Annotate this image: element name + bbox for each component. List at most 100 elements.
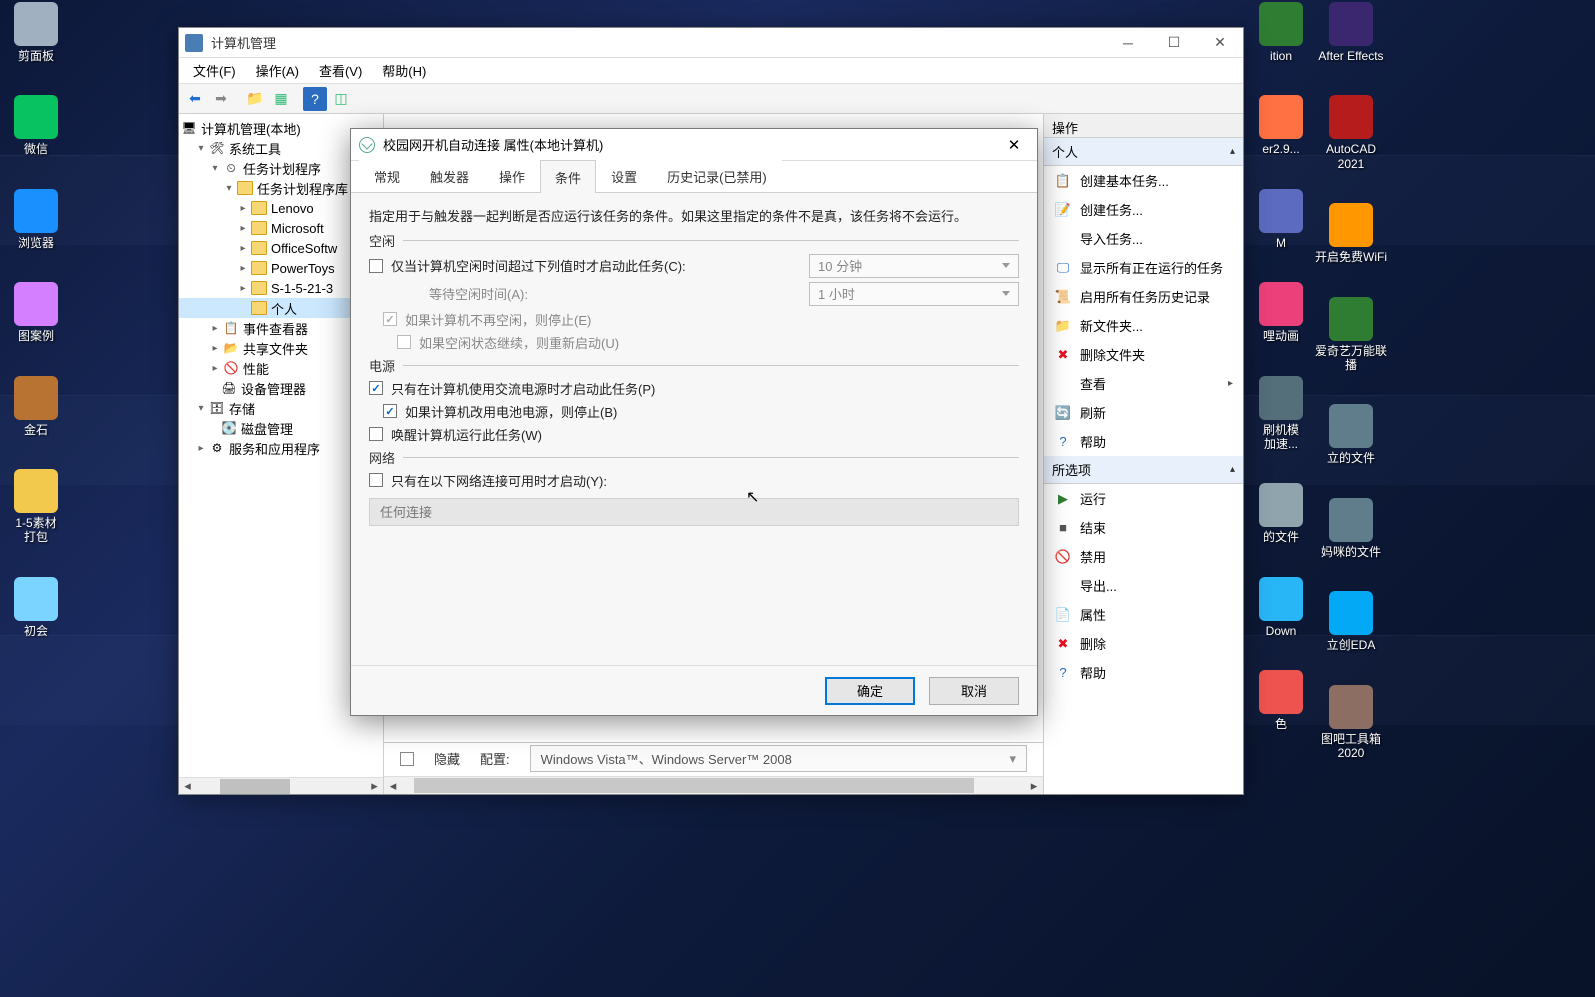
dialog-tab[interactable]: 设置 (596, 159, 652, 192)
nav-forward-button[interactable]: ➡ (209, 87, 233, 111)
task-detail-row: 隐藏 配置: Windows Vista™、Windows Server™ 20… (384, 742, 1043, 774)
chevron-right-icon: ▸ (1228, 378, 1233, 389)
action-icon: 📝 (1054, 201, 1072, 219)
minimize-button[interactable]: ─ (1105, 28, 1151, 57)
scroll-thumb[interactable] (414, 778, 974, 793)
action-item[interactable]: 🖵显示所有正在运行的任务 (1044, 253, 1243, 282)
dialog-tab[interactable]: 触发器 (415, 159, 484, 192)
desktop-icon[interactable]: ition (1245, 2, 1317, 63)
desktop-icon[interactable]: 立创EDA (1315, 591, 1387, 652)
desktop-icon[interactable]: Down (1245, 577, 1317, 638)
tree-hscrollbar[interactable]: ◂ ▸ (179, 777, 383, 794)
action-item[interactable]: ✖删除 (1044, 629, 1243, 658)
actions-section-selected[interactable]: 所选项▴ (1044, 456, 1243, 484)
action-icon: 🖵 (1054, 259, 1072, 277)
hidden-checkbox[interactable] (400, 752, 414, 766)
icon-label: 立的文件 (1315, 451, 1387, 465)
menu-item[interactable]: 查看(V) (309, 58, 372, 83)
power-ac-checkbox[interactable] (369, 381, 383, 395)
desktop-icon[interactable]: 图案例 (0, 282, 72, 343)
desktop-icon[interactable]: 金石 (0, 376, 72, 437)
desktop-icon[interactable]: 图吧工具箱2020 (1315, 685, 1387, 761)
titlebar[interactable]: 计算机管理 ─ ☐ ✕ (179, 28, 1243, 58)
icon-label: 爱奇艺万能联播 (1315, 344, 1387, 373)
action-item[interactable]: ■结束 (1044, 513, 1243, 542)
action-item[interactable]: ✖删除文件夹 (1044, 340, 1243, 369)
app-icon (14, 2, 58, 46)
scroll-left-icon[interactable]: ◂ (179, 778, 196, 795)
power-wake-checkbox[interactable] (369, 427, 383, 441)
dialog-tab[interactable]: 常规 (359, 159, 415, 192)
properties-button[interactable]: ▦ (269, 87, 293, 111)
action-item[interactable]: 导入任务... (1044, 224, 1243, 253)
action-item[interactable]: 导出... (1044, 571, 1243, 600)
icon-label: 初会 (0, 624, 72, 638)
icon-label: 1-5素材打包 (0, 516, 72, 545)
desktop-icon[interactable]: 开启免费WiFi (1315, 203, 1387, 264)
desktop-icon[interactable]: 1-5素材打包 (0, 469, 72, 545)
menu-item[interactable]: 帮助(H) (372, 58, 436, 83)
idle-restart-checkbox (397, 335, 411, 349)
dialog-titlebar[interactable]: 校园网开机自动连接 属性(本地计算机) ✕ (351, 129, 1037, 161)
action-item[interactable]: 📜启用所有任务历史记录 (1044, 282, 1243, 311)
scroll-right-icon[interactable]: ▸ (366, 778, 383, 795)
power-battery-checkbox[interactable] (383, 404, 397, 418)
action-item[interactable]: 📁新文件夹... (1044, 311, 1243, 340)
desktop-icon[interactable]: 哩动画 (1245, 282, 1317, 343)
help-button[interactable]: ? (303, 87, 327, 111)
desktop-icon[interactable]: 色 (1245, 670, 1317, 731)
actions-section-personal[interactable]: 个人▴ (1044, 138, 1243, 166)
scroll-left-icon[interactable]: ◂ (384, 777, 402, 794)
menu-item[interactable]: 操作(A) (246, 58, 309, 83)
desktop-icon[interactable]: 爱奇艺万能联播 (1315, 297, 1387, 373)
dialog-tab[interactable]: 操作 (484, 159, 540, 192)
dialog-close-button[interactable]: ✕ (999, 129, 1029, 160)
icon-label: After Effects (1315, 49, 1387, 63)
action-item[interactable]: ?帮助 (1044, 427, 1243, 456)
cancel-button[interactable]: 取消 (929, 677, 1019, 705)
app-icon (1259, 2, 1303, 46)
dialog-tab[interactable]: 条件 (540, 160, 596, 193)
desktop-icon[interactable]: 浏览器 (0, 189, 72, 250)
close-button[interactable]: ✕ (1197, 28, 1243, 57)
action-item[interactable]: 🚫禁用 (1044, 542, 1243, 571)
app-icon (14, 376, 58, 420)
action-item[interactable]: 📝创建任务... (1044, 195, 1243, 224)
action-item[interactable]: 🔄刷新 (1044, 398, 1243, 427)
desktop-icon[interactable]: 微信 (0, 95, 72, 156)
desktop-icon[interactable]: 妈咪的文件 (1315, 498, 1387, 559)
action-icon: ? (1054, 664, 1072, 682)
nav-back-button[interactable]: ⬅ (183, 87, 207, 111)
desktop-icon[interactable]: er2.9... (1245, 95, 1317, 156)
show-hide-button[interactable]: ◫ (329, 87, 353, 111)
scroll-right-icon[interactable]: ▸ (1025, 777, 1043, 794)
cfg-dropdown[interactable]: Windows Vista™、Windows Server™ 2008▾ (530, 745, 1027, 772)
desktop-icon[interactable]: AutoCAD2021 (1315, 95, 1387, 171)
up-button[interactable]: 📁 (243, 87, 267, 111)
action-item[interactable]: 📋创建基本任务... (1044, 166, 1243, 195)
main-hscrollbar[interactable]: ◂ ▸ (384, 776, 1043, 794)
desktop-icon[interactable]: 的文件 (1245, 483, 1317, 544)
action-item[interactable]: 查看▸ (1044, 369, 1243, 398)
desktop-icon[interactable]: 剪面板 (0, 2, 72, 63)
action-item[interactable]: ▶运行 (1044, 484, 1243, 513)
scroll-thumb[interactable] (220, 779, 290, 794)
action-item[interactable]: ?帮助 (1044, 658, 1243, 687)
dialog-tab[interactable]: 历史记录(已禁用) (652, 159, 782, 192)
icon-label: 微信 (0, 142, 72, 156)
idle-start-checkbox[interactable] (369, 259, 383, 273)
app-icon (1259, 483, 1303, 527)
desktop-icon[interactable]: After Effects (1315, 2, 1387, 63)
desktop-icon[interactable]: 刷机模加速... (1245, 376, 1317, 452)
app-icon (1259, 376, 1303, 420)
desktop-icon[interactable]: 立的文件 (1315, 404, 1387, 465)
desktop-icon[interactable]: 初会 (0, 577, 72, 638)
action-item[interactable]: 📄属性 (1044, 600, 1243, 629)
app-icon (1329, 498, 1373, 542)
maximize-button[interactable]: ☐ (1151, 28, 1197, 57)
network-only-checkbox[interactable] (369, 473, 383, 487)
action-icon: 📄 (1054, 606, 1072, 624)
menu-item[interactable]: 文件(F) (183, 58, 246, 83)
ok-button[interactable]: 确定 (825, 677, 915, 705)
desktop-icon[interactable]: M (1245, 189, 1317, 250)
